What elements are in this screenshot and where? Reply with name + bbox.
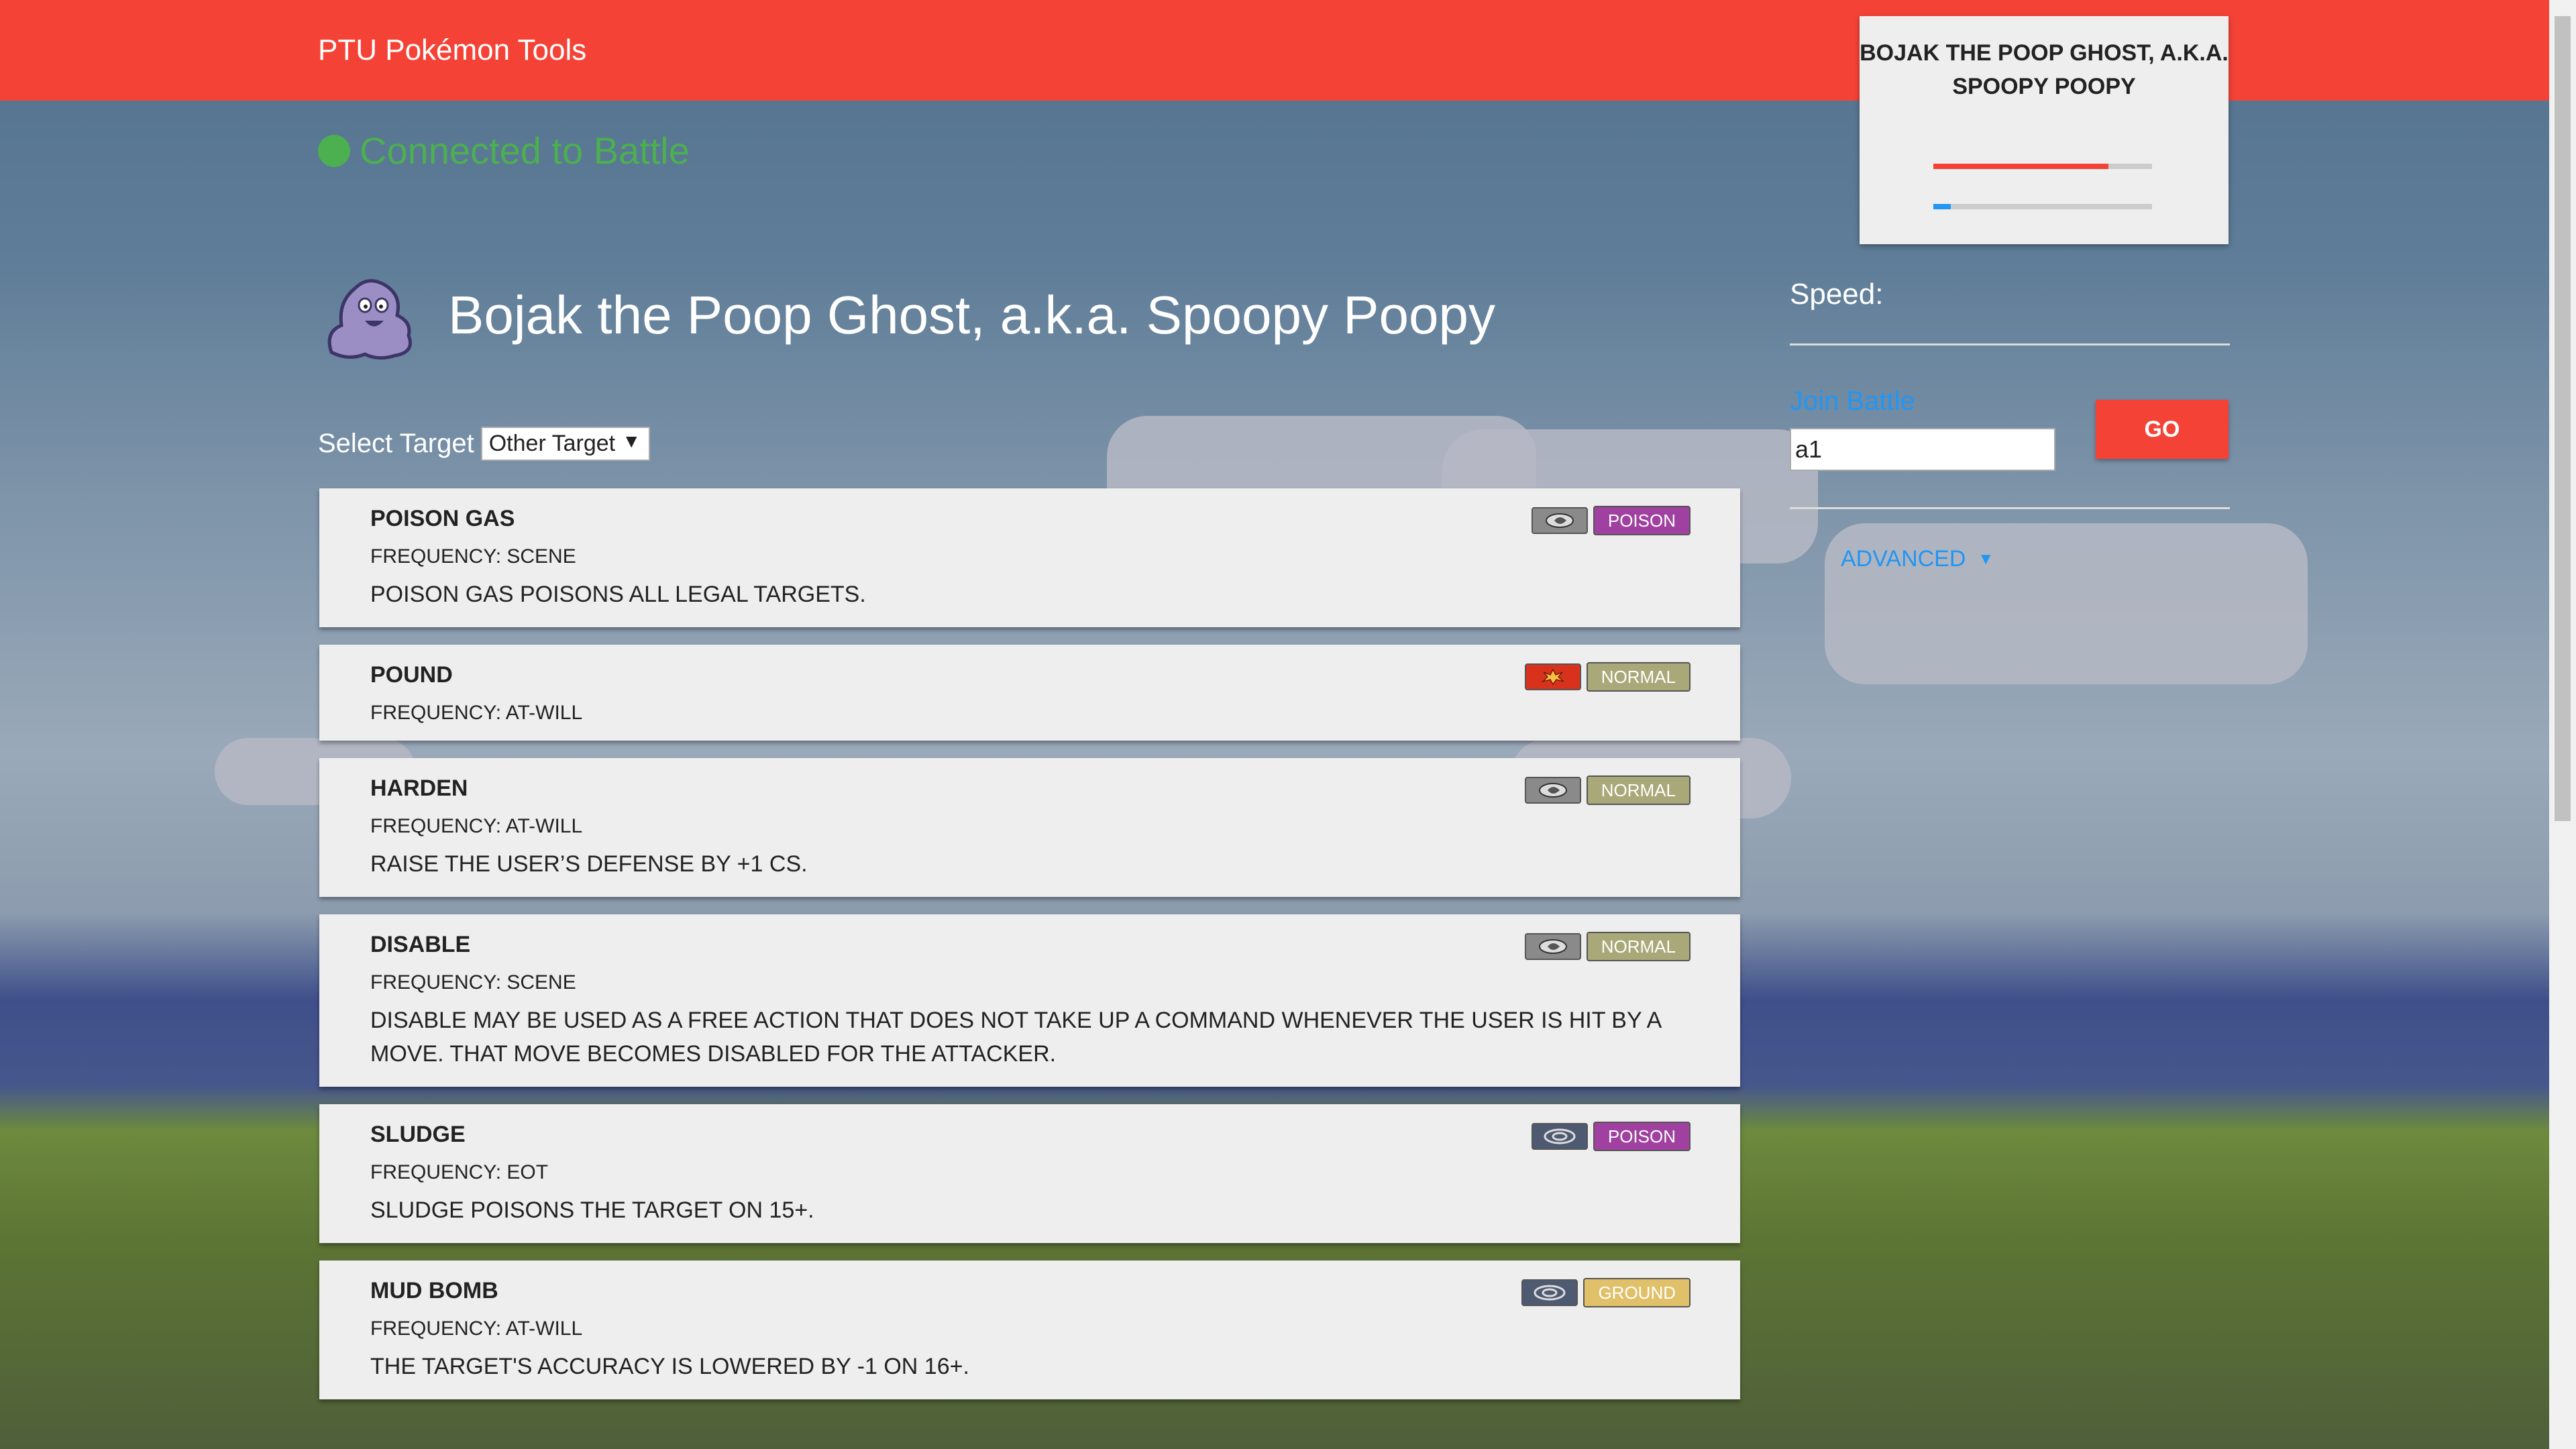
move-frequency: FREQUENCY: EOT xyxy=(370,1161,549,1183)
move-description: RAISE THE USER’S DEFENSE BY +1 CS. xyxy=(370,851,808,877)
status-icon xyxy=(1524,933,1581,960)
move-badges: GROUND xyxy=(1521,1278,1690,1307)
caret-down-icon: ▼ xyxy=(1978,549,1994,568)
pokemon-status-card[interactable]: BOJAK THE POOP GHOST, A.K.A. SPOOPY POOP… xyxy=(1860,16,2229,244)
brand-title[interactable]: PTU Pokémon Tools xyxy=(318,34,586,67)
join-battle-label: Join Battle xyxy=(1790,386,1915,416)
move-card[interactable]: SLUDGE FREQUENCY: EOT SLUDGE POISONS THE T… xyxy=(319,1104,1740,1243)
divider xyxy=(1790,343,2230,345)
special-icon xyxy=(1531,1123,1588,1150)
move-badges: POISON xyxy=(1531,506,1690,535)
pokemon-sprite-icon xyxy=(327,279,412,360)
moves-list: POISON GAS FREQUENCY: SCENE POISON GAS POI… xyxy=(319,488,1740,1417)
move-description: POISON GAS POISONS ALL LEGAL TARGETS. xyxy=(370,582,866,607)
move-description: SLUDGE POISONS THE TARGET ON 15+. xyxy=(370,1197,814,1223)
go-button[interactable]: GO xyxy=(2096,400,2229,459)
move-card[interactable]: DISABLE FREQUENCY: SCENE DISABLE MAY BE US… xyxy=(319,914,1740,1087)
select-target-label: Select Target xyxy=(318,429,474,458)
move-name: POUND xyxy=(370,662,453,688)
move-card[interactable]: MUD BOMB FREQUENCY: AT-WILL THE TARGET'S A… xyxy=(319,1260,1740,1399)
status-icon xyxy=(1524,777,1581,804)
exp-bar xyxy=(1933,204,2152,209)
move-type-badge: NORMAL xyxy=(1586,775,1690,805)
move-card[interactable]: POISON GAS FREQUENCY: SCENE POISON GAS POI… xyxy=(319,488,1740,627)
status-dot-icon xyxy=(318,134,350,167)
move-badges: NORMAL xyxy=(1524,662,1690,692)
scrollbar-thumb[interactable] xyxy=(2555,16,2571,821)
move-type-badge: POISON xyxy=(1593,1122,1690,1151)
move-name: DISABLE xyxy=(370,932,471,957)
advanced-label: ADVANCED xyxy=(1841,546,1966,572)
move-type-badge: NORMAL xyxy=(1586,662,1690,692)
status-icon xyxy=(1531,507,1588,534)
special-icon xyxy=(1521,1279,1578,1306)
advanced-toggle[interactable]: ADVANCED ▼ xyxy=(1841,546,1994,572)
move-badges: NORMAL xyxy=(1524,775,1690,805)
dropdown-arrow-icon: ▼ xyxy=(622,431,641,451)
move-description: DISABLE MAY BE USED AS A FREE ACTION THA… xyxy=(370,1008,1661,1067)
move-badges: NORMAL xyxy=(1524,932,1690,961)
pokemon-header: Bojak the Poop Ghost, a.k.a. Spoopy Poop… xyxy=(318,268,1495,362)
move-badges: POISON xyxy=(1531,1122,1690,1151)
move-name: HARDEN xyxy=(370,775,468,801)
move-name: SLUDGE xyxy=(370,1122,466,1147)
move-name: POISON GAS xyxy=(370,506,515,531)
move-frequency: FREQUENCY: SCENE xyxy=(370,545,576,568)
divider xyxy=(1790,507,2230,509)
exp-bar-fill xyxy=(1933,204,1951,209)
move-description: THE TARGET'S ACCURACY IS LOWERED BY -1 O… xyxy=(370,1354,969,1379)
move-frequency: FREQUENCY: AT-WILL xyxy=(370,815,583,837)
target-selector: Select Target Other Target ▼ xyxy=(318,427,651,461)
move-frequency: FREQUENCY: AT-WILL xyxy=(370,1318,583,1340)
target-dropdown-value: Other Target xyxy=(488,431,616,456)
move-name: MUD BOMB xyxy=(370,1278,498,1303)
hp-bar xyxy=(1933,164,2152,169)
speed-label: Speed: xyxy=(1790,278,1884,311)
connection-status: Connected to Battle xyxy=(318,129,690,172)
status-text: Connected to Battle xyxy=(360,129,690,172)
hp-bar-fill xyxy=(1933,164,2108,169)
page-scrollbar[interactable] xyxy=(2549,0,2576,1449)
pokemon-name-title: Bojak the Poop Ghost, a.k.a. Spoopy Poop… xyxy=(448,285,1496,345)
move-frequency: FREQUENCY: SCENE xyxy=(370,971,576,994)
battle-code-input[interactable]: a1 xyxy=(1790,428,2055,471)
physical-icon xyxy=(1524,663,1581,690)
move-type-badge: POISON xyxy=(1593,506,1690,535)
move-type-badge: GROUND xyxy=(1583,1278,1690,1307)
status-card-name: BOJAK THE POOP GHOST, A.K.A. SPOOPY POOP… xyxy=(1860,40,2229,99)
move-card[interactable]: POUND FREQUENCY: AT-WILL NORMAL xyxy=(319,645,1740,741)
target-dropdown[interactable]: Other Target ▼ xyxy=(480,427,651,461)
move-card[interactable]: HARDEN FREQUENCY: AT-WILL RAISE THE USER’S… xyxy=(319,758,1740,897)
move-frequency: FREQUENCY: AT-WILL xyxy=(370,702,583,724)
move-type-badge: NORMAL xyxy=(1586,932,1690,961)
